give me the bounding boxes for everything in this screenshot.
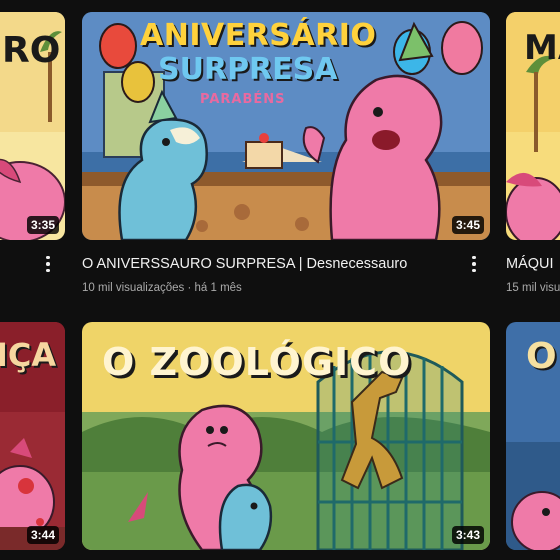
video-title[interactable]: O ANIVERSSAURO SURPRESA | Desnecessauro	[82, 255, 407, 273]
video-thumbnail[interactable]: O	[506, 322, 560, 550]
thumbnail-title: O ZOOLÓGICO	[102, 340, 412, 384]
video-thumbnail[interactable]: MÁ	[506, 12, 560, 240]
video-thumbnail[interactable]: RO 3:35	[0, 12, 65, 240]
thumbnail-text: O	[526, 336, 557, 377]
view-count: 15 mil visu	[506, 282, 560, 294]
video-metadata: 15 mil visu	[506, 281, 560, 295]
more-vert-icon[interactable]	[40, 254, 56, 274]
video-duration: 3:45	[451, 216, 484, 234]
video-duration: 3:35	[26, 216, 59, 234]
video-title[interactable]: MÁQUI	[506, 255, 554, 273]
thumbnail-text: IÇA	[0, 336, 57, 374]
video-duration: 3:43	[451, 526, 484, 544]
view-count: 10 mil visualizações	[82, 282, 185, 294]
video-thumbnail[interactable]: ANIVERSÁRIO SURPRESA PARABÉNS 3:45	[82, 12, 490, 240]
video-thumbnail[interactable]: O ZOOLÓGICO 3:43	[82, 322, 490, 550]
thumbnail-banner: PARABÉNS	[200, 92, 286, 107]
thumbnail-title-line2: SURPRESA	[158, 52, 338, 87]
upload-age: há 1 mês	[194, 282, 242, 294]
thumbnail-text: RO	[2, 30, 61, 71]
video-thumbnail[interactable]: IÇA 3:44	[0, 322, 65, 550]
meta-separator: ·	[184, 282, 195, 294]
video-metadata: 10 mil visualizações · há 1 mês	[82, 281, 242, 295]
more-vert-icon[interactable]	[466, 254, 482, 274]
thumbnail-text: MÁ	[524, 28, 560, 68]
thumbnail-title-line1: ANIVERSÁRIO	[140, 18, 377, 53]
video-duration: 3:44	[26, 526, 59, 544]
